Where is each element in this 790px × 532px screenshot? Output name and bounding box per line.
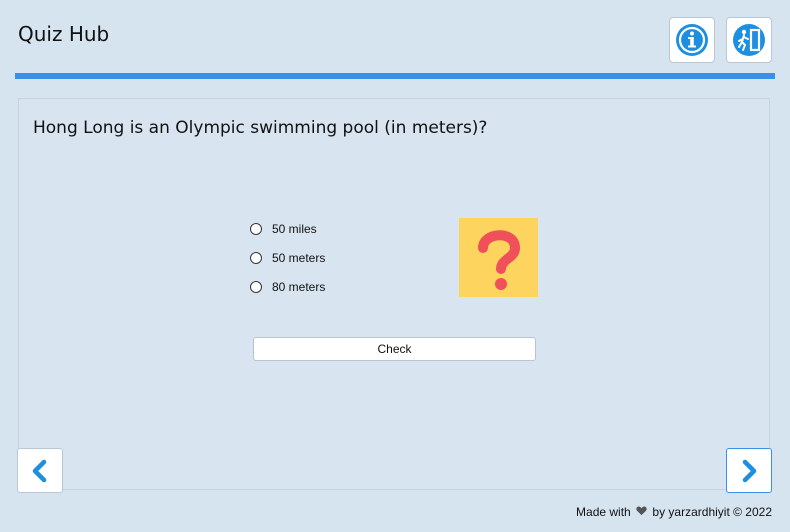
- check-button[interactable]: Check: [253, 337, 536, 361]
- question-image: [459, 218, 538, 297]
- question-text: Hong Long is an Olympic swimming pool (i…: [33, 118, 488, 138]
- option-80-meters[interactable]: 80 meters: [250, 278, 325, 296]
- radio-button[interactable]: [250, 223, 262, 235]
- option-50-miles[interactable]: 50 miles: [250, 220, 317, 238]
- app-title: Quiz Hub: [18, 22, 110, 46]
- exit-button[interactable]: [726, 17, 772, 63]
- option-label: 50 miles: [272, 222, 317, 236]
- chevron-left-icon: [32, 459, 47, 482]
- footer-text-after: by yarzardhiyit © 2022: [652, 505, 772, 519]
- heart-icon: [636, 506, 647, 516]
- next-button[interactable]: [726, 448, 772, 493]
- question-panel: [18, 98, 770, 490]
- exit-icon: [733, 24, 765, 56]
- radio-button[interactable]: [250, 252, 262, 264]
- question-mark-icon: [478, 230, 521, 290]
- radio-button[interactable]: [250, 281, 262, 293]
- option-label: 80 meters: [272, 280, 326, 294]
- option-label: 50 meters: [272, 251, 326, 265]
- info-icon: [676, 24, 708, 56]
- option-50-meters[interactable]: 50 meters: [250, 249, 325, 267]
- footer-credit: Made with by yarzardhiyit © 2022: [576, 505, 772, 519]
- info-button[interactable]: [669, 17, 715, 63]
- header-accent-bar: [15, 73, 775, 79]
- footer-text-before: Made with: [576, 505, 631, 519]
- chevron-right-icon: [742, 459, 757, 482]
- previous-button[interactable]: [17, 448, 63, 493]
